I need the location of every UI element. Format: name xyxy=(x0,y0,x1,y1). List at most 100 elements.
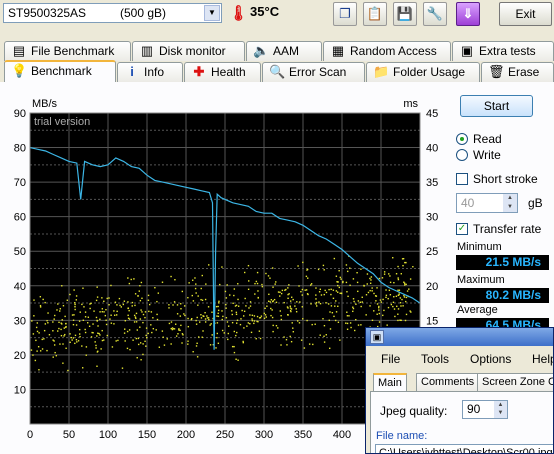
y-tick-label-left: 60 xyxy=(14,212,26,224)
menu-file[interactable]: File xyxy=(381,352,400,366)
access-time-point xyxy=(225,307,227,309)
save-button[interactable]: 💾 xyxy=(393,2,417,26)
access-time-point xyxy=(244,297,246,300)
access-time-point xyxy=(335,300,337,302)
access-time-point xyxy=(46,349,48,352)
y-tick-label-left: 80 xyxy=(14,143,26,155)
access-time-point xyxy=(331,312,334,314)
download-button[interactable]: ⇓ xyxy=(456,2,480,26)
spin-up-icon[interactable]: ▲ xyxy=(503,194,517,203)
access-time-point xyxy=(135,312,138,315)
menu-help[interactable]: Help xyxy=(532,352,553,366)
tab-disk-monitor[interactable]: ▥ Disk monitor xyxy=(132,41,245,61)
short-stroke-input[interactable]: 40 ▲ ▼ xyxy=(456,193,518,213)
spin-down-icon[interactable]: ▼ xyxy=(503,203,517,212)
start-button[interactable]: Start xyxy=(460,95,533,117)
access-time-point xyxy=(315,294,317,296)
access-time-point xyxy=(156,313,158,316)
access-time-point xyxy=(123,300,126,302)
spin-icon[interactable]: ▲ ▼ xyxy=(494,401,507,418)
access-time-point xyxy=(322,264,325,267)
write-radio[interactable]: Write xyxy=(456,148,552,164)
speaker-icon: 🔈 xyxy=(253,43,270,58)
short-stroke-checkbox[interactable]: Short stroke xyxy=(456,172,552,188)
tab-info[interactable]: i Info xyxy=(117,62,183,82)
tab-file-benchmark[interactable]: ▤ File Benchmark xyxy=(4,41,131,61)
access-time-point xyxy=(325,291,328,294)
access-time-point xyxy=(352,278,355,280)
access-time-point xyxy=(277,291,280,293)
tab-extra-tests[interactable]: ▣ Extra tests xyxy=(452,41,554,61)
access-time-point xyxy=(253,315,256,317)
tab-comments[interactable]: Comments xyxy=(416,373,480,391)
file-name-label: File name: xyxy=(376,430,428,442)
access-time-point xyxy=(52,321,54,323)
read-radio[interactable]: Read xyxy=(456,132,552,148)
access-time-point xyxy=(101,329,103,332)
access-time-point xyxy=(244,271,246,274)
access-time-point xyxy=(347,270,349,273)
access-time-point xyxy=(329,347,331,349)
access-time-point xyxy=(374,295,377,297)
tab-screen-zone-capture[interactable]: Screen Zone Capture xyxy=(477,373,553,391)
chevron-down-icon[interactable]: ▼ xyxy=(204,5,220,21)
access-time-point xyxy=(210,323,212,325)
access-time-point xyxy=(56,309,58,311)
access-time-point xyxy=(270,314,272,317)
access-time-point xyxy=(339,339,341,341)
x-tick-label: 150 xyxy=(138,429,156,441)
access-time-point xyxy=(168,322,171,325)
access-time-point xyxy=(101,339,104,342)
access-time-point xyxy=(320,294,323,296)
access-time-point xyxy=(48,334,51,336)
access-time-point xyxy=(170,321,173,323)
file-name-input[interactable]: C:\Users\jvbttest\Desktop\Scr00.jpg xyxy=(375,444,553,453)
access-time-point xyxy=(94,341,96,343)
access-time-point xyxy=(42,298,44,301)
access-time-point xyxy=(323,335,325,337)
copy-screenshot-button[interactable]: 📋 xyxy=(363,2,387,26)
tab-health[interactable]: ✚ Health xyxy=(184,62,261,82)
access-time-point xyxy=(187,296,189,299)
tab-error-scan[interactable]: 🔍 Error Scan xyxy=(262,62,365,82)
access-time-point xyxy=(340,278,342,280)
tab-erase[interactable]: 🗑 Erase xyxy=(481,62,554,82)
options-button[interactable]: 🔧 xyxy=(423,2,447,26)
exit-button[interactable]: Exit xyxy=(499,2,552,26)
access-time-point xyxy=(337,281,339,283)
access-time-point xyxy=(229,294,231,296)
access-time-point xyxy=(131,301,134,304)
window-titlebar[interactable]: ▣ xyxy=(366,328,553,346)
tab-aam[interactable]: 🔈 AAM xyxy=(246,41,322,61)
access-time-point xyxy=(84,311,87,313)
menu-options[interactable]: Options xyxy=(470,352,511,366)
access-time-point xyxy=(296,320,299,322)
transfer-rate-checkbox[interactable]: ✓ Transfer rate xyxy=(456,222,552,238)
menu-tools[interactable]: Tools xyxy=(421,352,449,366)
x-tick-label: 350 xyxy=(294,429,312,441)
y-tick-label-right: 15 xyxy=(426,315,438,327)
jpeg-quality-input[interactable]: 90 ▲ ▼ xyxy=(462,400,508,419)
access-time-point xyxy=(265,272,267,275)
access-time-point xyxy=(371,287,373,289)
access-time-point xyxy=(105,308,107,311)
access-time-point xyxy=(41,348,44,350)
access-time-point xyxy=(35,339,37,342)
access-time-point xyxy=(201,336,203,338)
tab-folder-usage[interactable]: 📁 Folder Usage xyxy=(366,62,480,82)
copy-info-button[interactable]: ❐ xyxy=(333,2,357,26)
access-time-point xyxy=(126,330,129,333)
access-time-point xyxy=(124,340,126,342)
drive-select[interactable]: ST9500325AS (500 gB) ▼ xyxy=(3,3,222,23)
tab-random-access[interactable]: ▦ Random Access xyxy=(323,41,451,61)
access-time-point xyxy=(187,343,189,345)
tab-main[interactable]: Main xyxy=(373,373,407,391)
access-time-point xyxy=(272,286,274,288)
access-time-point xyxy=(72,323,75,326)
access-time-point xyxy=(357,300,360,302)
access-time-point xyxy=(397,319,399,322)
access-time-point xyxy=(333,257,336,260)
tab-benchmark[interactable]: 💡 Benchmark xyxy=(4,60,116,82)
y-axis-label-right: ms xyxy=(403,98,418,110)
access-time-point xyxy=(242,340,244,343)
